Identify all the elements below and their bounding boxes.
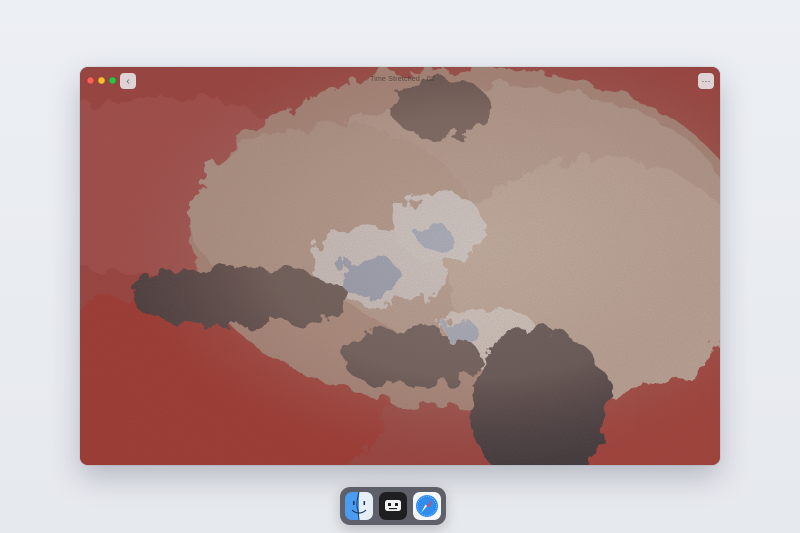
finder-icon [345, 492, 373, 520]
close-button[interactable] [87, 77, 94, 84]
satellite-photo [80, 67, 720, 465]
window-title: Time Stretched · 02 [370, 76, 436, 83]
minimize-button[interactable] [98, 77, 105, 84]
chevron-left-icon: ‹ [126, 75, 130, 87]
dock-app-finder[interactable] [345, 492, 373, 520]
dock-app-robot[interactable] [379, 492, 407, 520]
robot-app-icon [379, 492, 407, 520]
more-options-button[interactable]: ··· [698, 73, 714, 89]
image-viewer-window: ‹ Time Stretched · 02 ··· [80, 67, 720, 465]
zoom-button[interactable] [109, 77, 116, 84]
desktop: ‹ Time Stretched · 02 ··· [0, 0, 800, 533]
dock-app-safari[interactable] [413, 492, 441, 520]
safari-icon [413, 492, 441, 520]
window-controls [87, 77, 116, 84]
ellipsis-icon: ··· [701, 75, 711, 86]
back-button[interactable]: ‹ [120, 73, 136, 89]
dock [340, 487, 446, 525]
